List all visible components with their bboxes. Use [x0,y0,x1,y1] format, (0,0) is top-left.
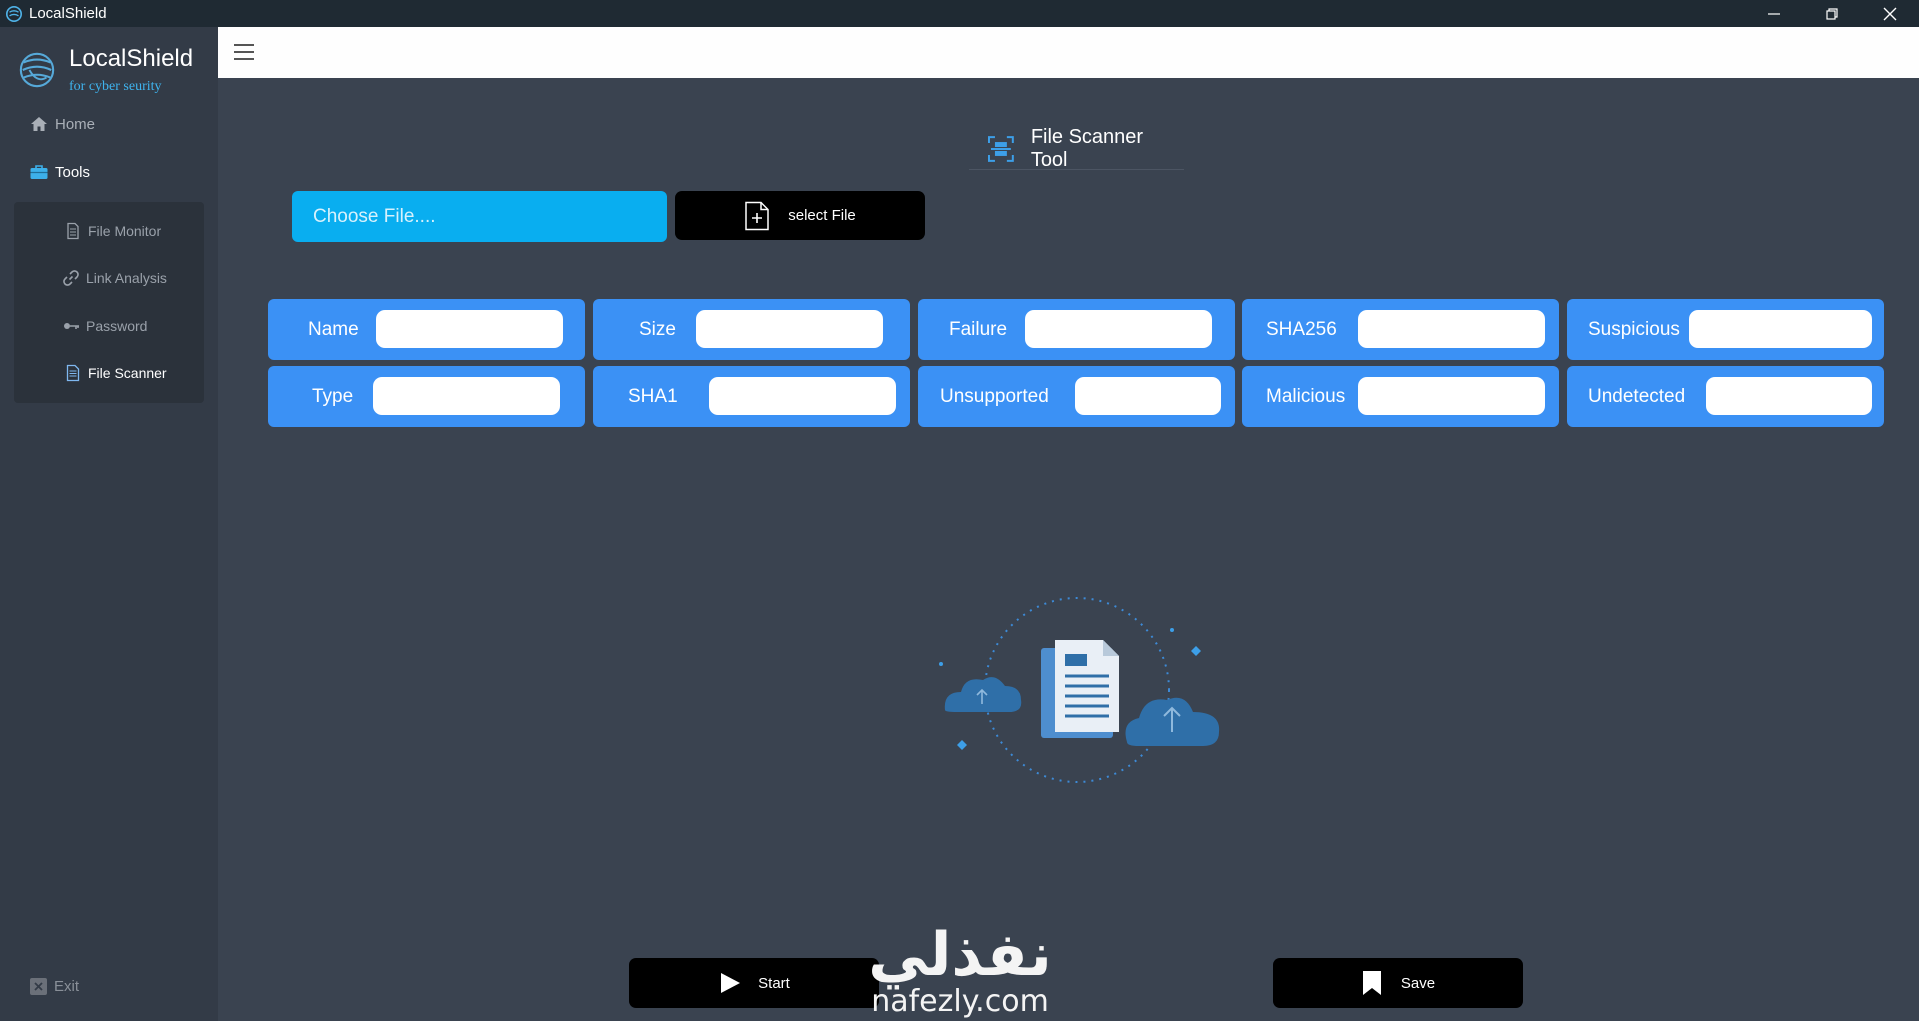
sidebar-item-label: Password [86,318,148,334]
tools-submenu: File Monitor Link Analysis Password File… [14,202,204,403]
sidebar-item-label: Exit [54,978,80,995]
field-label: Type [312,385,354,407]
field-label: Name [308,318,359,340]
field-undetected: Undetected [1567,366,1884,427]
choose-file-input[interactable]: Choose File.... [292,191,667,242]
field-unsupported: Unsupported [918,366,1235,427]
scan-icon [987,135,1014,162]
save-label: Save [1400,974,1436,992]
field-label: Failure [949,318,1008,340]
field-name: Name [268,299,585,360]
restore-icon [1826,7,1838,20]
failure-value-field[interactable] [1025,310,1212,348]
title-bar: LocalShield [0,0,1919,27]
field-label: Suspicious [1588,318,1680,340]
size-value-field[interactable] [696,310,883,348]
start-label: Start [758,974,790,992]
file-text-icon [66,364,80,382]
field-label: Malicious [1266,385,1346,407]
field-suspicious: Suspicious [1567,299,1884,360]
page-title: File Scanner Tool [1030,125,1144,171]
sidebar-item-password[interactable]: Password [62,317,147,335]
type-value-field[interactable] [373,377,560,415]
sidebar-item-label: Tools [55,163,91,181]
sidebar-item-tools[interactable]: Tools [29,162,90,182]
field-label: Undetected [1588,385,1686,407]
sidebar-item-home[interactable]: Home [29,114,95,134]
tool-header: File Scanner Tool [969,125,1184,171]
sidebar: LocalShield for cyber seurity Home Tools… [0,27,218,1021]
shield-logo-icon [19,52,55,88]
unsupported-value-field[interactable] [1075,377,1221,415]
app-logo-icon [5,5,23,22]
start-button[interactable]: Start [629,958,879,1008]
field-sha256: SHA256 [1242,299,1559,360]
field-label: SHA1 [628,385,678,407]
sidebar-item-label: File Scanner [88,365,167,381]
hamburger-menu-icon[interactable] [232,40,256,64]
sha1-value-field[interactable] [709,377,896,415]
name-value-field[interactable] [376,310,563,348]
exit-icon [30,978,47,995]
minimize-icon [1768,12,1780,15]
window-controls [1745,0,1919,27]
sidebar-item-label: File Monitor [88,223,162,239]
sidebar-item-file-scanner[interactable]: File Scanner [64,364,167,382]
field-size: Size [593,299,910,360]
field-label: Unsupported [940,385,1049,407]
watermark-arabic: نفذلي [868,920,1052,990]
field-failure: Failure [918,299,1235,360]
brand-name: LocalShield [69,45,194,72]
file-add-icon [745,201,769,230]
close-button[interactable] [1861,0,1919,27]
select-file-label: select File [788,207,856,224]
field-sha1: SHA1 [593,366,910,427]
field-type: Type [268,366,585,427]
field-label: Size [639,318,676,340]
top-bar [218,27,1919,78]
nafezly-watermark: نفذلي nafezly.com [868,920,1052,1019]
save-button[interactable]: Save [1273,958,1523,1008]
window-title: LocalShield [29,5,107,22]
bookmark-icon [1362,971,1381,995]
home-icon [31,117,47,131]
brand: LocalShield for cyber seurity [18,45,213,105]
play-icon [721,973,741,993]
file-upload-illustration-icon [939,597,1220,783]
malicious-value-field[interactable] [1358,377,1545,415]
sidebar-item-file-monitor[interactable]: File Monitor [64,222,161,240]
select-file-button[interactable]: select File [675,191,925,240]
sidebar-item-label: Home [55,115,96,133]
minimize-button[interactable] [1745,0,1803,27]
close-icon [1883,7,1897,20]
sidebar-item-label: Link Analysis [86,270,167,286]
sha256-value-field[interactable] [1358,310,1545,348]
sidebar-item-link-analysis[interactable]: Link Analysis [62,269,167,287]
toolbox-icon [30,165,48,179]
restore-button[interactable] [1803,0,1861,27]
link-icon [63,270,79,286]
document-icon [67,222,79,240]
undetected-value-field[interactable] [1706,377,1872,415]
sidebar-item-exit[interactable]: Exit [29,977,79,996]
watermark-latin: nafezly.com [871,984,1049,1019]
field-malicious: Malicious [1242,366,1559,427]
field-label: SHA256 [1266,318,1337,340]
key-icon [64,323,79,329]
brand-tagline: for cyber seurity [69,79,162,94]
suspicious-value-field[interactable] [1689,310,1872,348]
